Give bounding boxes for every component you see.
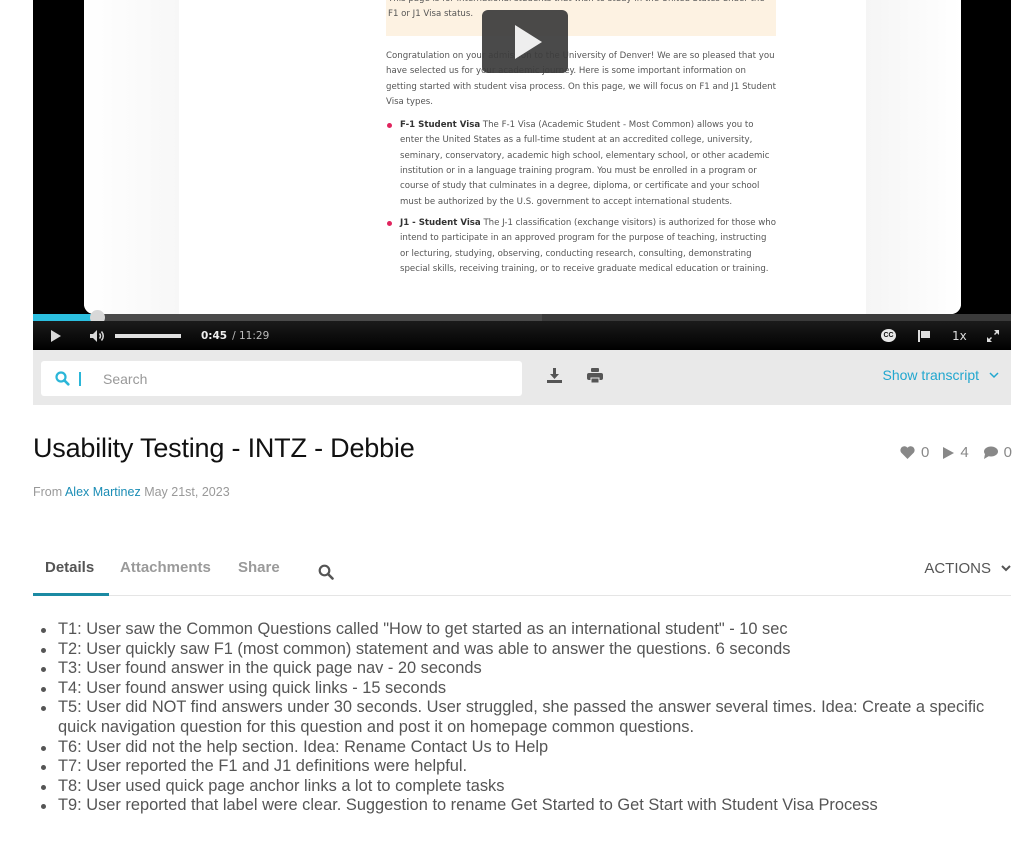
chevron-down-icon (1001, 565, 1011, 572)
author-link[interactable]: Alex Martinez (65, 485, 141, 499)
heart-icon (900, 446, 915, 459)
volume-level (115, 333, 181, 338)
flag-icon (918, 329, 930, 342)
speed-button[interactable]: 1x (952, 321, 967, 350)
show-transcript-label: Show transcript (882, 367, 979, 383)
download-button[interactable] (547, 368, 562, 388)
test-notes-list: T1: User saw the Common Questions called… (35, 620, 1010, 816)
current-time: 0:45 (201, 329, 228, 342)
speed-label: 1x (952, 328, 967, 343)
list-item: T9: User reported that label were clear.… (35, 796, 1010, 816)
progress-played (33, 314, 97, 321)
player-toolbar: Show transcript (33, 350, 1011, 405)
control-bar: 0:45 / 11:29 CC 1x (33, 321, 1011, 350)
likes-stat[interactable]: 0 (900, 444, 929, 461)
fullscreen-icon (987, 329, 999, 342)
media-title: Usability Testing - INTZ - Debbie (33, 433, 415, 463)
volume-button[interactable] (89, 321, 106, 350)
actions-menu[interactable]: ACTIONS (924, 560, 1011, 577)
tab-search[interactable] (318, 564, 334, 584)
fullscreen-button[interactable] (986, 321, 1000, 350)
video-player[interactable]: This page is for international students … (33, 0, 1011, 350)
notice-box: This page is for international students … (386, 0, 776, 36)
show-transcript-button[interactable]: Show transcript (883, 367, 999, 383)
list-item: T2: User quickly saw F1 (most common) st… (35, 640, 1010, 660)
tab-details[interactable]: Details (45, 559, 94, 576)
plays-stat: 4 (943, 444, 969, 461)
print-button[interactable] (587, 368, 603, 388)
progress-bar[interactable] (33, 310, 1011, 325)
transcript-search[interactable] (41, 361, 522, 396)
visa-item: F-1 Student Visa The F-1 Visa (Academic … (386, 118, 776, 210)
detail-tabs: Details Attachments Share ACTIONS (33, 556, 1011, 596)
comments-count: 0 (1003, 444, 1012, 461)
byline-prefix: From (33, 485, 63, 499)
total-time: / 11:29 (232, 329, 270, 342)
print-icon (587, 368, 603, 384)
search-divider (79, 371, 81, 386)
play-button[interactable] (51, 321, 61, 350)
big-play-button[interactable] (482, 10, 568, 73)
visa-term: F-1 Student Visa (400, 120, 481, 131)
frame-shade-left (84, 0, 179, 314)
media-stats: 0 4 0 (900, 444, 1012, 461)
likes-count: 0 (920, 444, 930, 461)
tab-share[interactable]: Share (238, 559, 280, 576)
progress-buffered (33, 314, 542, 321)
list-item: T8: User used quick page anchor links a … (35, 777, 1010, 797)
search-icon (55, 371, 70, 386)
notice-text: This page is for international students … (388, 0, 765, 20)
active-tab-indicator (33, 593, 109, 596)
volume-icon (90, 329, 104, 342)
chevron-down-icon (989, 371, 999, 378)
list-item: T5: User did NOT find answers under 30 s… (35, 698, 1010, 737)
time-display: 0:45 / 11:29 (201, 321, 269, 350)
comment-icon (983, 446, 998, 459)
play-count-icon (943, 446, 955, 459)
search-input[interactable] (103, 370, 483, 387)
visa-text: The F-1 Visa (Academic Student - Most Co… (400, 120, 770, 207)
visa-list: F-1 Student Visa The F-1 Visa (Academic … (386, 118, 776, 277)
play-icon (51, 329, 61, 342)
closed-captions-icon: CC (881, 329, 896, 342)
flag-button[interactable] (917, 321, 931, 350)
list-item: T7: User reported the F1 and J1 definiti… (35, 757, 1010, 777)
comments-stat[interactable]: 0 (983, 444, 1012, 461)
list-item: T1: User saw the Common Questions called… (35, 620, 1010, 640)
list-item: T4: User found answer using quick links … (35, 679, 1010, 699)
frame-shade-right (866, 0, 961, 314)
visa-item: J1 - Student Visa The J-1 classification… (386, 216, 776, 277)
captions-button[interactable]: CC (881, 321, 896, 350)
volume-slider[interactable] (115, 321, 181, 350)
search-icon (318, 564, 334, 580)
list-item: T3: User found answer in the quick page … (35, 659, 1010, 679)
actions-label: ACTIONS (924, 560, 991, 577)
publish-date: May 21st, 2023 (144, 485, 230, 499)
download-icon (547, 368, 562, 383)
video-document: This page is for international students … (386, 0, 776, 283)
list-item: T6: User did not the help section. Idea:… (35, 738, 1010, 758)
visa-term: J1 - Student Visa (400, 217, 481, 228)
byline: From Alex Martinez May 21st, 2023 (33, 485, 230, 499)
tab-attachments[interactable]: Attachments (120, 559, 211, 576)
intro-paragraph: Congratulation on your admission to the … (386, 51, 776, 107)
plays-count: 4 (960, 444, 969, 461)
